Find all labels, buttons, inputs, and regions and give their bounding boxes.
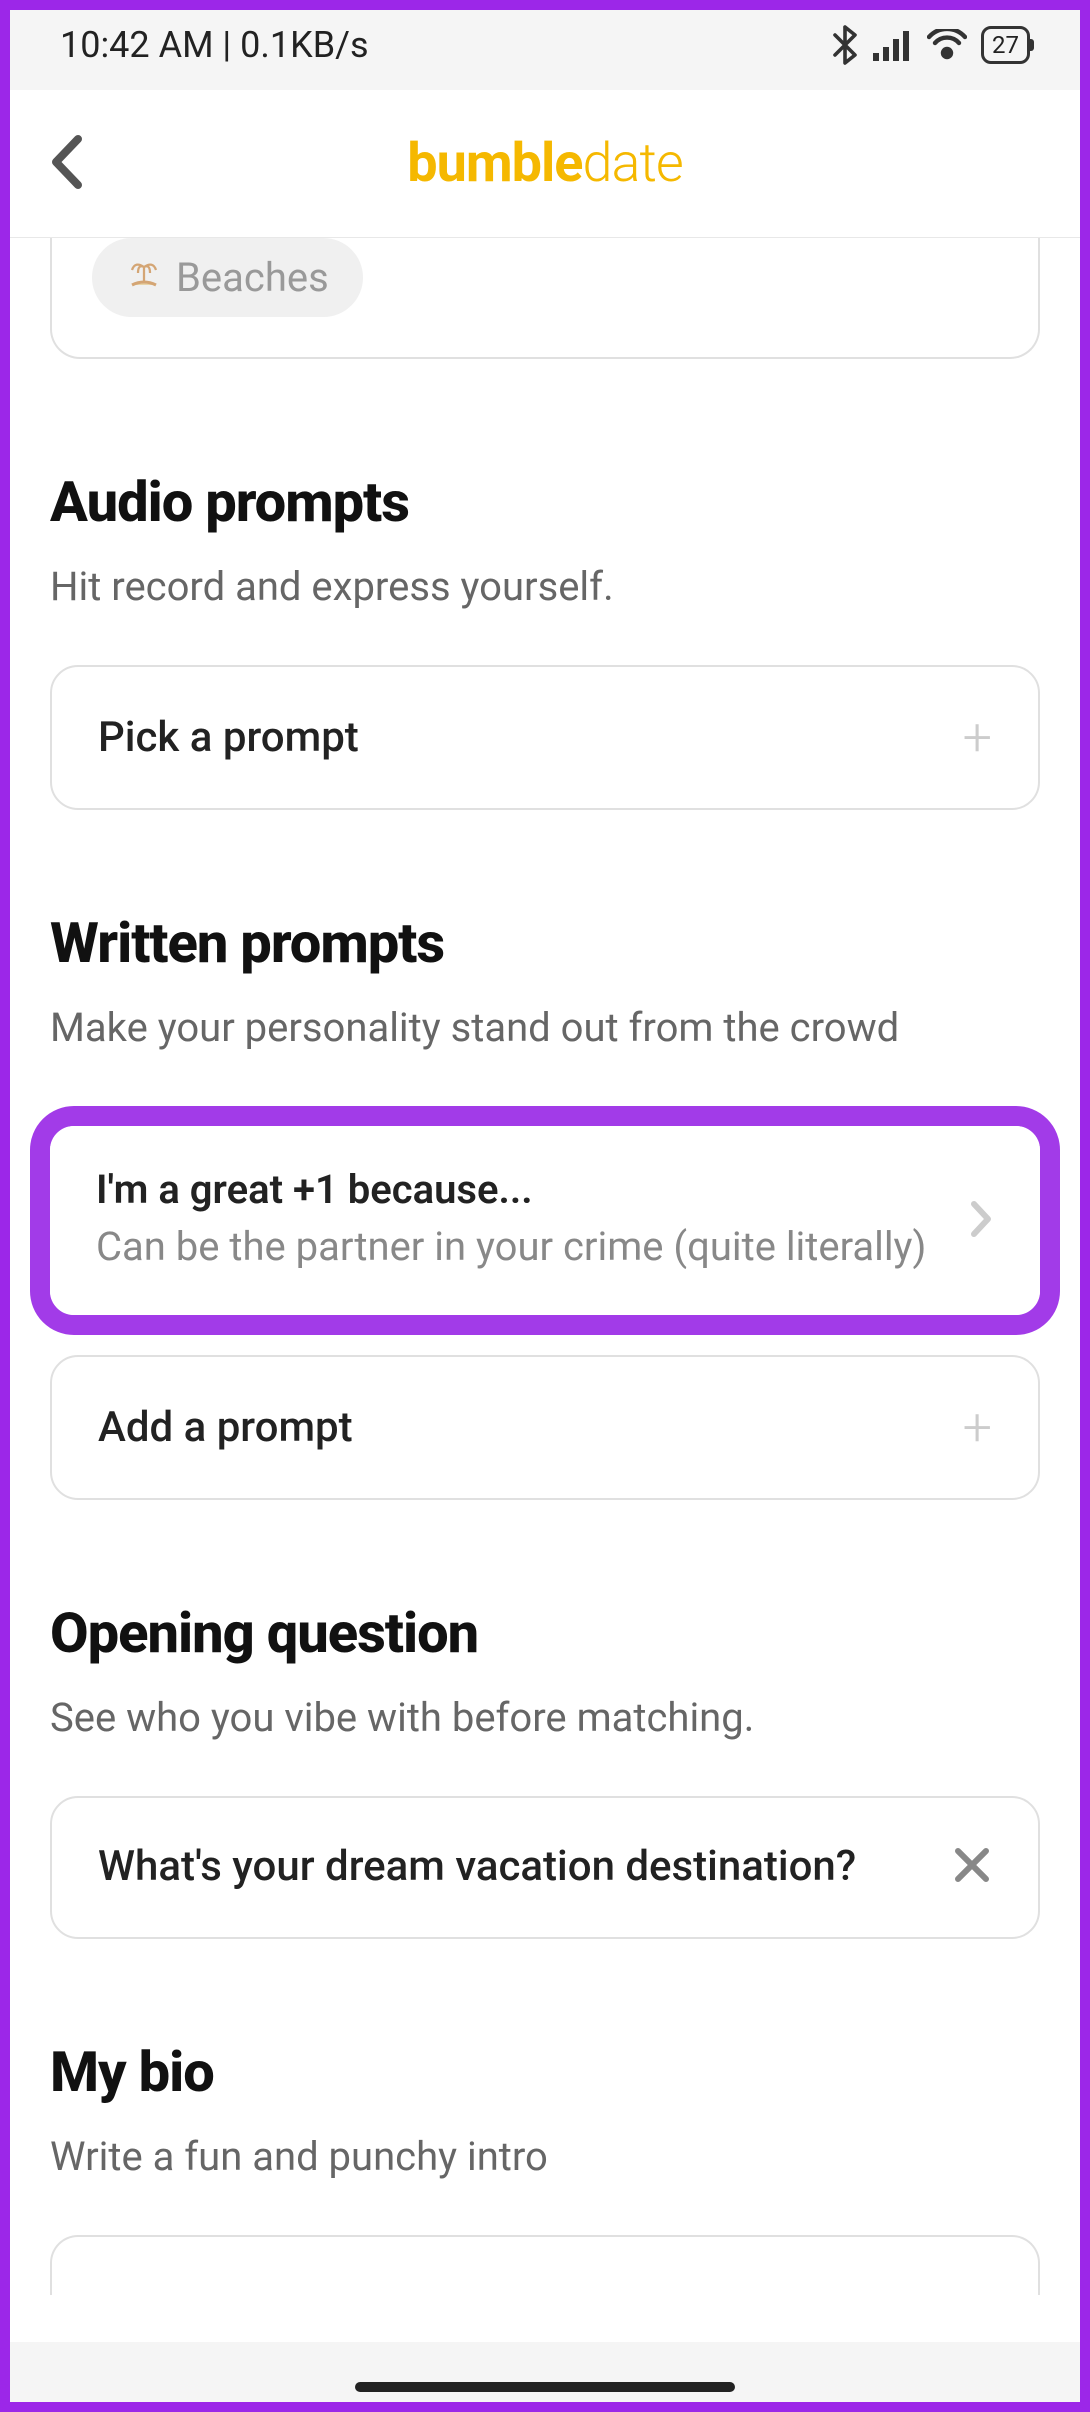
status-bar: 10:42 AM | 0.1KB/s 27 (0, 0, 1090, 90)
audio-prompts-section: Audio prompts Hit record and express you… (50, 469, 1040, 810)
close-icon[interactable] (952, 1845, 992, 1889)
question-text: What's your dream vacation destination? (98, 1838, 856, 1897)
opening-question-card[interactable]: What's your dream vacation destination? (50, 1796, 1040, 1939)
plus-icon: + (963, 707, 992, 768)
bluetooth-icon (831, 25, 859, 65)
written-prompts-section: Written prompts Make your personality st… (50, 910, 1040, 1500)
add-prompt-card[interactable]: Add a prompt + (50, 1355, 1040, 1500)
my-bio-section: My bio Write a fun and punchy intro (50, 2039, 1040, 2295)
section-subtitle: Write a fun and punchy intro (50, 2129, 1040, 2185)
prompt-answer: Can be the partner in your crime (quite … (96, 1219, 970, 1275)
app-logo: bumbledate (407, 132, 683, 195)
status-time: 10:42 AM | 0.1KB/s (60, 24, 369, 66)
section-subtitle: Make your personality stand out from the… (50, 1000, 1040, 1056)
interest-card: Beaches (50, 238, 1040, 359)
signal-icon (873, 29, 913, 61)
opening-question-section: Opening question See who you vibe with b… (50, 1600, 1040, 1939)
battery-icon: 27 (981, 26, 1030, 64)
plus-icon: + (963, 1397, 992, 1458)
card-label: Add a prompt (98, 1403, 353, 1452)
prompt-question: I'm a great +1 because... (96, 1166, 970, 1213)
chip-label: Beaches (176, 254, 329, 301)
interest-chip-beaches[interactable]: Beaches (92, 238, 363, 317)
home-indicator[interactable] (355, 2382, 735, 2392)
wifi-icon (927, 29, 967, 61)
app-header: bumbledate (0, 90, 1090, 238)
back-button[interactable] (50, 135, 84, 193)
section-title: Audio prompts (50, 469, 1040, 535)
status-icons: 27 (831, 25, 1030, 65)
section-title: Opening question (50, 1600, 1040, 1666)
written-prompt-item[interactable]: I'm a great +1 because... Can be the par… (30, 1106, 1060, 1335)
pick-prompt-card[interactable]: Pick a prompt + (50, 665, 1040, 810)
card-label: Pick a prompt (98, 713, 359, 762)
section-subtitle: See who you vibe with before matching. (50, 1690, 1040, 1746)
chevron-right-icon (970, 1200, 994, 1242)
section-title: Written prompts (50, 910, 1040, 976)
bio-card[interactable] (50, 2235, 1040, 2295)
nav-bar (10, 2342, 1080, 2412)
section-title: My bio (50, 2039, 1040, 2105)
beach-icon (126, 254, 162, 301)
section-subtitle: Hit record and express yourself. (50, 559, 1040, 615)
